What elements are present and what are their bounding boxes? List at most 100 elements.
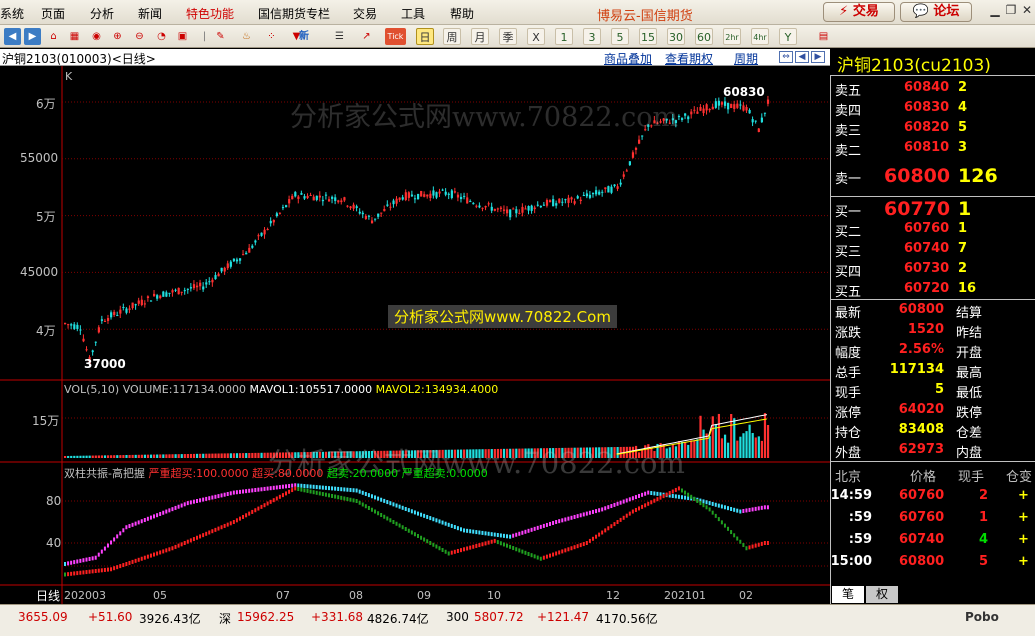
back-icon[interactable]: ◀ [4, 28, 21, 45]
tab-trades[interactable]: 笔 [832, 586, 864, 603]
stat-value: 2.56% [898, 342, 944, 357]
period-week[interactable]: 周 [443, 28, 461, 45]
kline-chart[interactable] [0, 66, 830, 604]
indicator-mark-b [506, 543, 509, 548]
period-5min[interactable]: 5 [611, 28, 629, 45]
menu-page[interactable]: 页面 [41, 5, 65, 22]
tick-row: 14:59 60760 2 + [831, 486, 1032, 506]
indicator-mark-a [650, 491, 653, 496]
new-button[interactable]: 新 [291, 28, 317, 45]
asks-row[interactable]: 卖三 60820 5 [832, 118, 1032, 139]
period-link[interactable]: 周期 [734, 50, 758, 67]
quote-list-icon[interactable]: ▦ [66, 28, 83, 45]
options-link[interactable]: 查看期权 [665, 50, 713, 67]
candle-body [85, 349, 88, 351]
grid-icon[interactable]: ▣ [174, 28, 191, 45]
period-30min[interactable]: 30 [667, 28, 685, 45]
indicator-mark-b [205, 531, 208, 536]
period-60min[interactable]: 60 [695, 28, 713, 45]
candle-body [591, 192, 595, 195]
menu-features[interactable]: 特色功能 [186, 5, 234, 22]
level-label: 卖二 [835, 144, 862, 159]
candle-body [309, 195, 312, 197]
minimize-icon[interactable]: ▁ [987, 3, 1003, 19]
x-tick: 02 [739, 589, 753, 602]
period-quarter[interactable]: 季 [499, 28, 517, 45]
menu-trade[interactable]: 交易 [353, 5, 377, 22]
indicator-mark-a [595, 509, 598, 514]
close-icon[interactable]: ✕ [1019, 3, 1035, 19]
asks-row[interactable]: 卖一 60800 126 [832, 163, 1032, 187]
indicator-mark-b [481, 542, 484, 547]
restore-icon[interactable]: ❐ [1003, 3, 1019, 19]
scroll-left-icon[interactable]: ◀ [795, 51, 809, 63]
tab-rights[interactable]: 权 [866, 586, 898, 603]
menu-system[interactable]: 系统 [0, 5, 24, 22]
dots-icon[interactable]: ⁘ [263, 28, 280, 45]
zoom-out-icon[interactable]: ⊖ [131, 28, 148, 45]
scroll-right-icon[interactable]: ▶ [811, 51, 825, 63]
bids-row[interactable]: 买四 60730 2 [832, 259, 1032, 280]
indicator-mark-b [242, 514, 245, 519]
trade-button[interactable]: ⚡ 交易 [823, 2, 895, 22]
calculator-icon[interactable]: ▤ [815, 28, 832, 45]
lamp-icon[interactable]: ♨ [238, 28, 255, 45]
indicator-mark-b [745, 546, 748, 551]
candle-body [417, 193, 420, 200]
menu-tools[interactable]: 工具 [401, 5, 425, 22]
period-month[interactable]: 月 [471, 28, 489, 45]
candle-body [582, 195, 585, 197]
indicator-mark-a [619, 500, 622, 505]
overlay-link[interactable]: 商品叠加 [604, 50, 652, 67]
indicator-mark-a [410, 509, 413, 514]
forum-button[interactable]: 💬 论坛 [900, 2, 972, 22]
candle-body [598, 191, 601, 195]
stat-value: 5 [934, 382, 944, 397]
period-2hr[interactable]: 2hr [723, 28, 741, 45]
indicator-mark-b [558, 550, 561, 555]
list-icon[interactable]: ☰ [331, 28, 348, 45]
indicator-mark-a [490, 532, 493, 537]
period-15min[interactable]: 15 [639, 28, 657, 45]
indicator-mark-a [493, 532, 496, 537]
stat-label: 涨跌 [835, 326, 862, 341]
indicator-mark-a [192, 499, 195, 504]
bids-row[interactable]: 买二 60760 1 [832, 219, 1032, 240]
menu-help[interactable]: 帮助 [450, 5, 474, 22]
alarm-icon[interactable]: ◔ [153, 28, 170, 45]
home-icon[interactable]: ⌂ [45, 28, 62, 45]
menu-analysis[interactable]: 分析 [90, 5, 114, 22]
bids-row[interactable]: 买三 60740 7 [832, 239, 1032, 260]
bids-row[interactable]: 买一 60770 1 [832, 196, 1032, 220]
stat-label: 持仓 [835, 426, 862, 441]
zoom-in-icon[interactable]: ⊕ [109, 28, 126, 45]
tick-button[interactable]: Tick [385, 28, 406, 45]
asks-row[interactable]: 卖四 60830 4 [832, 98, 1032, 119]
period-1min[interactable]: 1 [555, 28, 573, 45]
arrows-icon[interactable]: ⇔ [779, 51, 793, 63]
period-day[interactable]: 日 [416, 28, 434, 45]
indicator-mark-a [453, 525, 456, 530]
candle-body [398, 197, 401, 200]
candle-body [684, 113, 687, 116]
bids-row[interactable]: 买五 60720 16 [832, 279, 1032, 300]
indicator-mark-b [426, 539, 429, 544]
volume-bar [260, 452, 263, 458]
candle-body [693, 109, 696, 111]
tick-time: :59 [848, 510, 872, 525]
period-x[interactable]: X [527, 28, 545, 45]
trend-icon[interactable]: ↗ [358, 28, 375, 45]
period-year[interactable]: Y [779, 28, 797, 45]
chart-icon[interactable]: ◉ [88, 28, 105, 45]
candle-body [294, 192, 297, 197]
asks-row[interactable]: 卖二 60810 3 [832, 138, 1032, 159]
candle-body [70, 324, 73, 326]
menu-news[interactable]: 新闻 [138, 5, 162, 22]
draw-icon[interactable]: ✎ [212, 28, 229, 45]
menu-futures-column[interactable]: 国信期货专栏 [258, 5, 330, 22]
period-4hr[interactable]: 4hr [751, 28, 769, 45]
asks-row[interactable]: 卖五 60840 2 [832, 78, 1032, 99]
candle-body [183, 290, 186, 292]
period-3min[interactable]: 3 [583, 28, 601, 45]
forward-icon[interactable]: ▶ [24, 28, 41, 45]
